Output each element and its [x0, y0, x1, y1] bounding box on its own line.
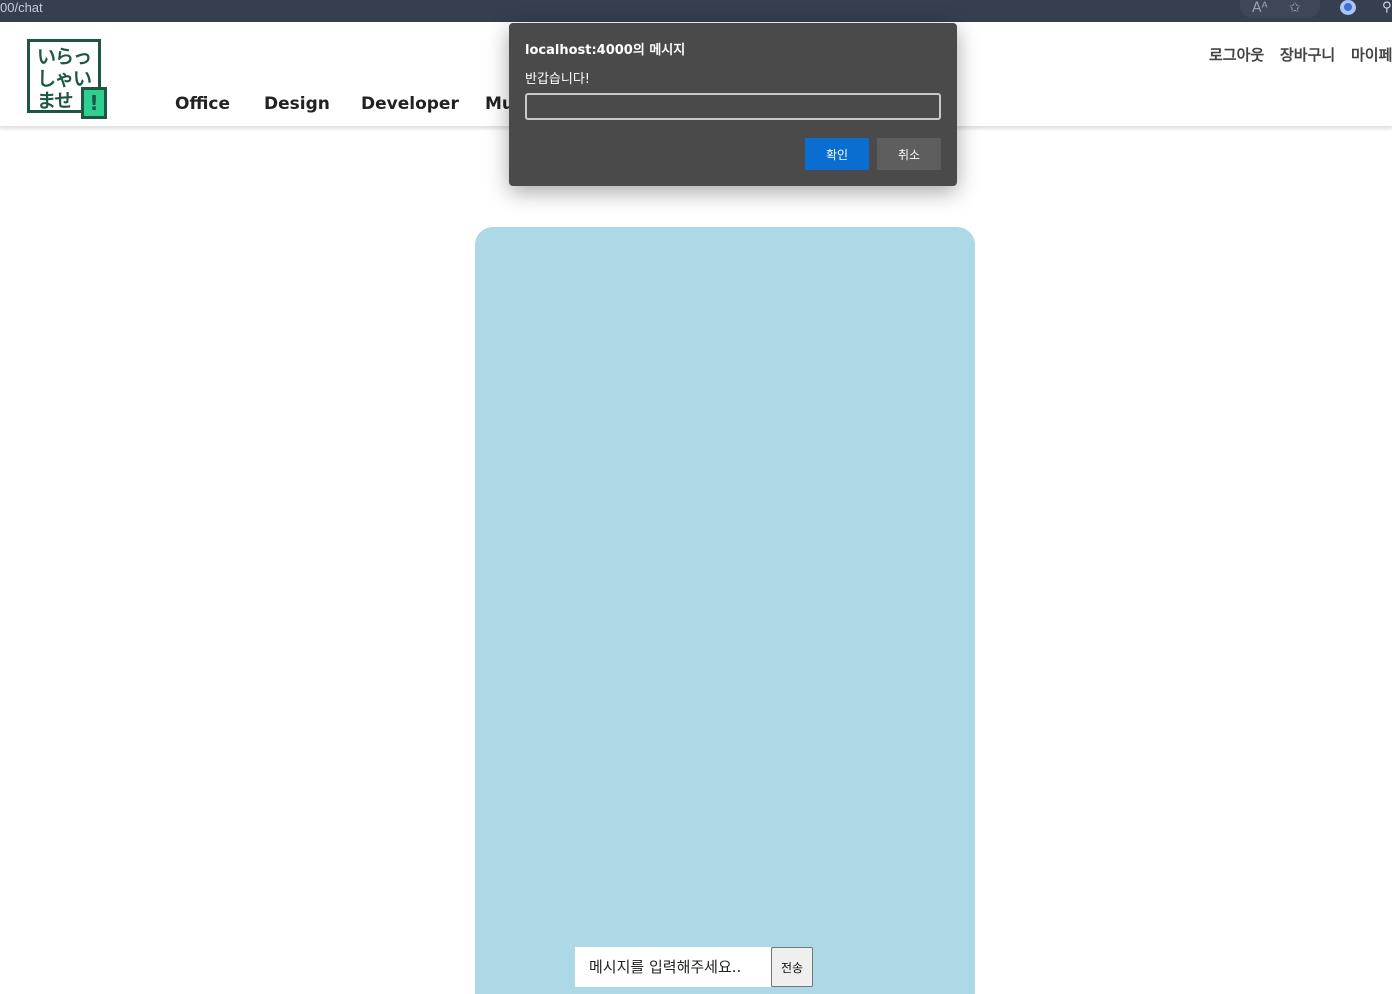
extension-icon[interactable]: ⚲: [1382, 0, 1392, 15]
chat-panel: [475, 227, 975, 994]
favorites-icon[interactable]: ✩: [1289, 0, 1301, 16]
mypage-link[interactable]: 마이페: [1351, 44, 1392, 65]
cancel-button[interactable]: 취소: [877, 138, 941, 170]
site-logo[interactable]: いらっ しゃい ませ !: [27, 39, 107, 119]
dialog-message: 반갑습니다!: [525, 72, 591, 87]
logo-exclamation-mark: !: [81, 87, 107, 119]
logo-line-3: ませ: [37, 90, 73, 112]
read-aloud-icon[interactable]: Aᴬ: [1252, 0, 1268, 16]
profile-dot: [1344, 3, 1352, 11]
address-bar-url[interactable]: 00/chat: [0, 0, 43, 16]
nav-design[interactable]: Design: [264, 94, 330, 114]
chat-message-input[interactable]: [575, 947, 771, 987]
dialog-title: localhost:4000의 메시지: [525, 43, 686, 58]
send-button[interactable]: 전송: [771, 947, 813, 987]
browser-toolbar: 00/chat Aᴬ ✩ ⚲: [0, 0, 1392, 22]
dialog-input[interactable]: [525, 93, 941, 120]
nav-office[interactable]: Office: [175, 94, 230, 114]
nav-developer[interactable]: Developer: [361, 94, 459, 114]
logo-line-1: いらっ: [37, 46, 92, 68]
cart-link[interactable]: 장바구니: [1280, 44, 1335, 65]
prompt-dialog: localhost:4000의 메시지 반갑습니다! 확인 취소: [509, 23, 957, 186]
logout-link[interactable]: 로그아웃: [1209, 44, 1264, 65]
ok-button[interactable]: 확인: [805, 138, 869, 170]
